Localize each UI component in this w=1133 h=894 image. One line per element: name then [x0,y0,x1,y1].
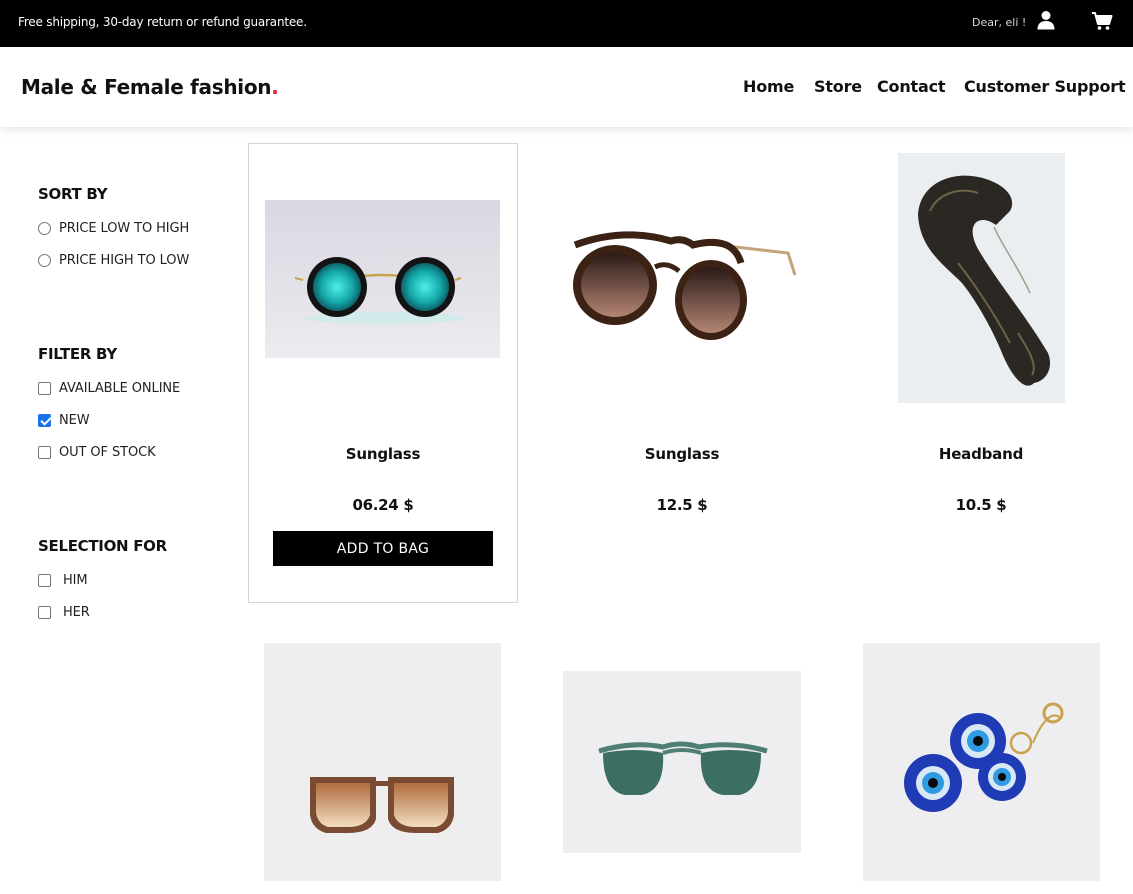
radio-button[interactable] [38,221,51,235]
filter-by-heading: FILTER BY [38,345,117,363]
product-image-oversized-brown-sunglasses[interactable] [264,643,501,881]
announcement-bar: Free shipping, 30-day return or refund g… [0,0,1133,47]
filter-new[interactable]: NEW [38,412,90,428]
product-price: 06.24 $ [352,496,414,514]
sort-price-high-low[interactable]: PRICE HIGH TO LOW [38,252,189,268]
selection-for-heading: SELECTION FOR [38,537,167,555]
add-to-bag-button[interactable]: ADD TO BAG [273,531,493,566]
checkbox[interactable] [38,573,51,587]
checkbox[interactable] [38,381,51,395]
product-image-mirrored-sunglasses[interactable] [265,200,500,358]
selection-her[interactable]: HER [38,604,90,620]
checkbox[interactable] [38,445,51,459]
product-image-evil-eye-keychain[interactable] [863,643,1100,881]
sort-by-heading: SORT BY [38,185,108,203]
nav-store[interactable]: Store [814,77,862,96]
filter-available-online[interactable]: AVAILABLE ONLINE [38,380,180,396]
product-image-tortoise-sunglasses[interactable] [563,205,801,355]
cart-icon[interactable] [1091,11,1113,31]
checkbox[interactable] [38,605,51,619]
selection-him[interactable]: HIM [38,572,88,588]
radio-button[interactable] [38,253,51,267]
checkbox-checked[interactable] [38,413,51,427]
nav-home[interactable]: Home [743,77,794,96]
sort-price-low-high[interactable]: PRICE LOW TO HIGH [38,220,189,236]
product-image-green-sunglasses[interactable] [563,671,801,853]
product-price: 10.5 $ [955,496,1007,514]
product-price: 12.5 $ [656,496,708,514]
logo-dot: . [271,75,279,99]
promo-text: Free shipping, 30-day return or refund g… [18,15,307,29]
nav-customer-support[interactable]: Customer Support [964,77,1126,96]
site-header: Male & Female fashion. Home Store Contac… [0,47,1133,127]
product-image-sequin-headband[interactable] [898,153,1065,403]
product-name[interactable]: Sunglass [547,445,817,463]
filter-out-of-stock[interactable]: OUT OF STOCK [38,444,156,460]
nav-contact[interactable]: Contact [877,77,946,96]
product-name[interactable]: Headband [846,445,1116,463]
user-greeting: Dear, eli ! [972,16,1027,29]
product-name[interactable]: Sunglass [248,445,518,463]
site-logo[interactable]: Male & Female fashion. [21,75,279,99]
user-icon[interactable] [1037,10,1055,30]
